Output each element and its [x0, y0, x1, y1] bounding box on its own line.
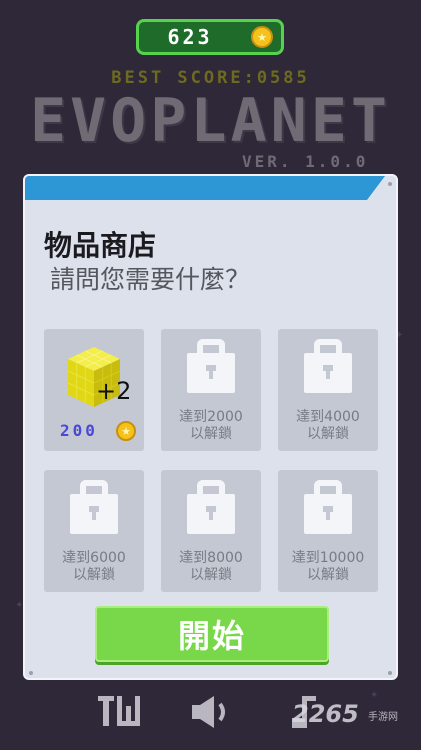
unlock-label: 以解鎖 — [190, 567, 232, 583]
item-bonus: +2 — [96, 377, 132, 405]
unlock-score: 達到6000 — [62, 550, 126, 566]
unlock-score: 達到10000 — [291, 550, 365, 566]
watermark-subtext: 手游网 — [368, 712, 398, 723]
unlock-requirement: 達到8000 以解鎖 — [161, 550, 261, 584]
shop-panel: 物品商店 請問您需要什麼？ +2 200 ★ 達到2000 以解鎖 達到4000… — [23, 174, 398, 680]
background-star: ✦ — [370, 690, 379, 701]
coin-count: 623 — [167, 25, 213, 49]
unlock-requirement: 達到10000 以解鎖 — [278, 550, 378, 584]
unlock-requirement: 達到4000 以解鎖 — [278, 409, 378, 443]
unlock-label: 以解鎖 — [190, 426, 232, 442]
panel-corner-dot — [29, 671, 33, 675]
unlock-label: 以解鎖 — [73, 567, 115, 583]
shop-item-locked[interactable]: 達到6000 以解鎖 — [44, 470, 144, 592]
panel-header-bar — [25, 176, 385, 200]
coin-counter: 623 ★ — [136, 19, 284, 55]
lock-body — [304, 353, 352, 393]
speaker-icon[interactable] — [192, 694, 232, 730]
unlock-requirement: 達到6000 以解鎖 — [44, 550, 144, 584]
best-score: BEST SCORE:0585 — [111, 68, 310, 88]
shop-subtitle: 請問您需要什麼？ — [50, 265, 251, 294]
coin-icon: ★ — [116, 421, 136, 441]
shop-title: 物品商店 — [44, 229, 157, 262]
shop-item-locked[interactable]: 達到8000 以解鎖 — [161, 470, 261, 592]
unlock-requirement: 達到2000 以解鎖 — [161, 409, 261, 443]
panel-corner-dot — [388, 182, 392, 186]
lock-body — [304, 494, 352, 534]
unlock-label: 以解鎖 — [307, 426, 349, 442]
tw-icon[interactable] — [98, 694, 140, 728]
lock-body — [187, 494, 235, 534]
lock-body — [187, 353, 235, 393]
start-button[interactable]: 開始 — [95, 606, 329, 662]
shop-item-locked[interactable]: 達到2000 以解鎖 — [161, 329, 261, 451]
shop-item-cube[interactable]: +2 200 ★ — [44, 329, 144, 451]
unlock-score: 達到8000 — [179, 550, 243, 566]
unlock-label: 以解鎖 — [307, 567, 349, 583]
coin-icon: ★ — [251, 26, 273, 48]
lock-body — [70, 494, 118, 534]
version-label: VER. 1.0.0 — [242, 152, 369, 171]
watermark-logo: 2265 — [292, 700, 359, 728]
shop-item-locked[interactable]: 達到10000 以解鎖 — [278, 470, 378, 592]
unlock-score: 達到4000 — [296, 409, 360, 425]
unlock-score: 達到2000 — [179, 409, 243, 425]
shop-item-locked[interactable]: 達到4000 以解鎖 — [278, 329, 378, 451]
game-title: EVOPLANET — [29, 86, 392, 156]
item-price: 200 — [60, 421, 98, 440]
panel-corner-dot — [388, 671, 392, 675]
